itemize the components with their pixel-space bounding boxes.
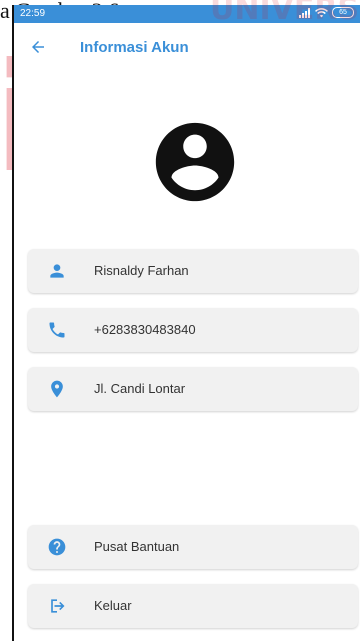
- info-item-name: Risnaldy Farhan: [28, 249, 358, 293]
- location-pin-icon: [46, 378, 68, 400]
- account-circle-icon: [155, 122, 235, 202]
- person-icon: [46, 260, 68, 282]
- name-value: Risnaldy Farhan: [94, 263, 189, 278]
- help-circle-icon: [46, 536, 68, 558]
- app-bar: Informasi Akun: [14, 23, 360, 71]
- help-center-label: Pusat Bantuan: [94, 539, 180, 554]
- arrow-left-icon: [32, 41, 44, 53]
- logout-label: Keluar: [94, 598, 132, 613]
- phone-screen: 22:59 65 Informasi Akun Risnaldy Farhan …: [12, 5, 360, 641]
- info-item-phone: +6283830483840: [28, 308, 358, 352]
- logout-icon: [46, 595, 68, 617]
- back-button[interactable]: [24, 33, 52, 61]
- help-center-button[interactable]: Pusat Bantuan: [28, 525, 358, 569]
- logout-button[interactable]: Keluar: [28, 584, 358, 628]
- info-item-address: Jl. Candi Lontar: [28, 367, 358, 411]
- watermark-top-text: UNIVERSI: [210, 0, 360, 26]
- address-value: Jl. Candi Lontar: [94, 381, 186, 396]
- phone-icon: [46, 319, 68, 341]
- phone-value: +6283830483840: [94, 322, 196, 337]
- status-time: 22:59: [20, 8, 46, 19]
- page-title: Informasi Akun: [80, 39, 189, 56]
